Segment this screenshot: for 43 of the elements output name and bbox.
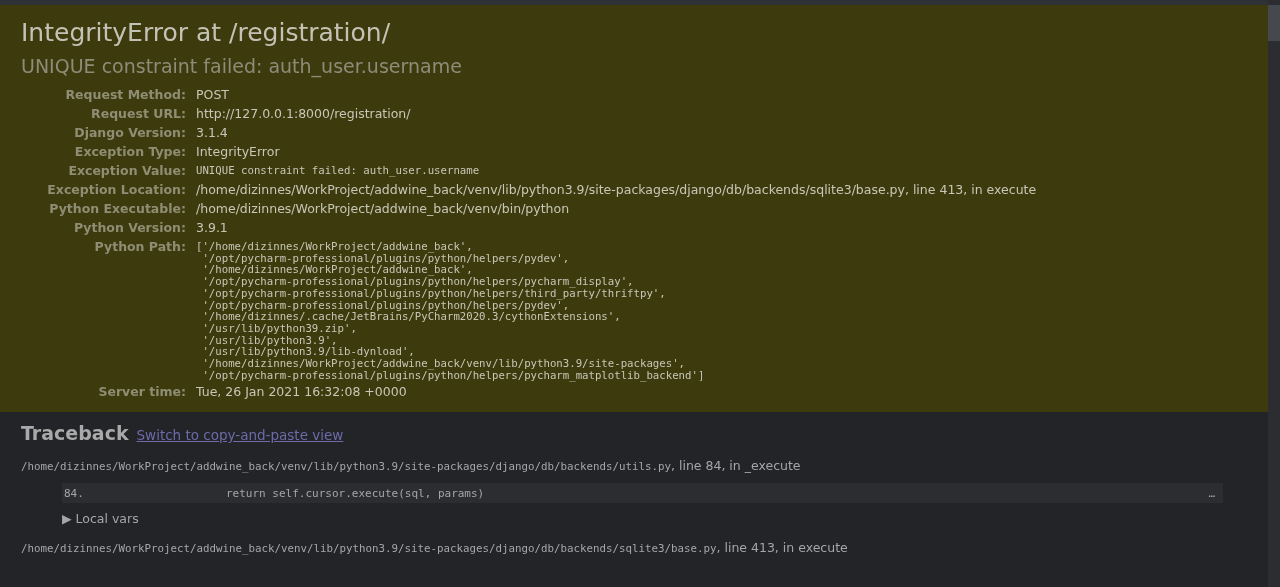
local-vars-toggle[interactable]: ▶ Local vars <box>62 511 139 527</box>
path-line: '/opt/pycharm-professional/plugins/python/helpers/pydev', <box>201 299 570 312</box>
path-line: '/home/dizinnes/WorkProject/addwine_back', <box>201 264 473 277</box>
frame-location: /home/dizinnes/WorkProject/addwine_back/venv/lib/python3.9/site-packages/django/db/backends/sqlite3/base.py, line 413, in execute <box>21 540 849 556</box>
meta-value: /home/dizinnes/WorkProject/addwine_back/venv/bin/python <box>196 201 571 217</box>
meta-value: UNIQUE constraint failed: auth_user.username <box>196 163 481 179</box>
path-line: '/opt/pycharm-professional/plugins/python/helpers/pycharm_matplotlib_backend'] <box>201 369 706 382</box>
meta-label: Request URL: <box>91 106 186 122</box>
path-line: '/usr/lib/python39.zip', <box>201 322 357 335</box>
path-line: '/opt/pycharm-professional/plugins/python/helpers/pycharm_display', <box>201 276 634 288</box>
line-number: 84. <box>64 486 85 500</box>
meta-value: /home/dizinnes/WorkProject/addwine_back/venv/lib/python3.9/site-packages/django/db/backends/sqlite3/base.py, line 413, in execute <box>196 182 1038 198</box>
meta-value: IntegrityError <box>196 144 281 160</box>
meta-value: 3.9.1 <box>196 220 229 236</box>
meta-label: Python Executable: <box>49 201 186 217</box>
traceback-heading: Traceback <box>21 422 129 445</box>
meta-label: Server time: <box>98 384 186 401</box>
meta-label: Exception Type: <box>74 144 186 160</box>
meta-label: Request Method: <box>65 87 186 103</box>
meta-label: Exception Value: <box>68 163 186 179</box>
ellipsis-toggle[interactable]: … <box>1208 486 1215 500</box>
error-title: IntegrityError at /registration/ <box>21 19 392 47</box>
meta-label: Exception Location: <box>47 182 186 198</box>
error-message: UNIQUE constraint failed: auth_user.username <box>21 55 463 77</box>
meta-label: Python Version: <box>73 220 186 236</box>
code-text: return self.cursor.execute(sql, params) <box>224 486 486 500</box>
meta-value: Tue, 26 Jan 2021 16:32:08 +0000 <box>196 384 408 401</box>
meta-value: POST <box>196 87 230 103</box>
path-line: '/opt/pycharm-professional/plugins/python/helpers/third_party/thriftpy', <box>201 287 667 300</box>
path-line: '/home/dizinnes/WorkProject/addwine_back/venv/lib/python3.9/site-packages', <box>201 358 686 370</box>
path-line: '/opt/pycharm-professional/plugins/python/helpers/pydev', <box>202 252 571 265</box>
path-line: '/usr/lib/python3.9/lib-dynload', <box>201 346 416 359</box>
switch-view-link[interactable]: Switch to copy-and-paste view <box>136 427 344 444</box>
scrollbar-thumb[interactable] <box>1268 5 1280 41</box>
path-line: '/usr/lib/python3.9', <box>201 334 338 347</box>
path-line: '/home/dizinnes/.cache/JetBrains/PyCharm2020.3/cythonExtensions', <box>201 311 622 323</box>
scrollbar[interactable] <box>1268 0 1280 587</box>
path-line: ['/home/dizinnes/WorkProject/addwine_back', <box>196 241 473 253</box>
meta-value: 3.1.4 <box>196 125 229 141</box>
meta-label: Python Path: <box>94 239 186 256</box>
frame-location: /home/dizinnes/WorkProject/addwine_back/venv/lib/python3.9/site-packages/django/db/backends/utils.py, line 84, in _execute <box>21 458 802 474</box>
meta-label: Django Version: <box>74 125 186 141</box>
meta-value: http://127.0.0.1:8000/registration/ <box>196 106 412 122</box>
